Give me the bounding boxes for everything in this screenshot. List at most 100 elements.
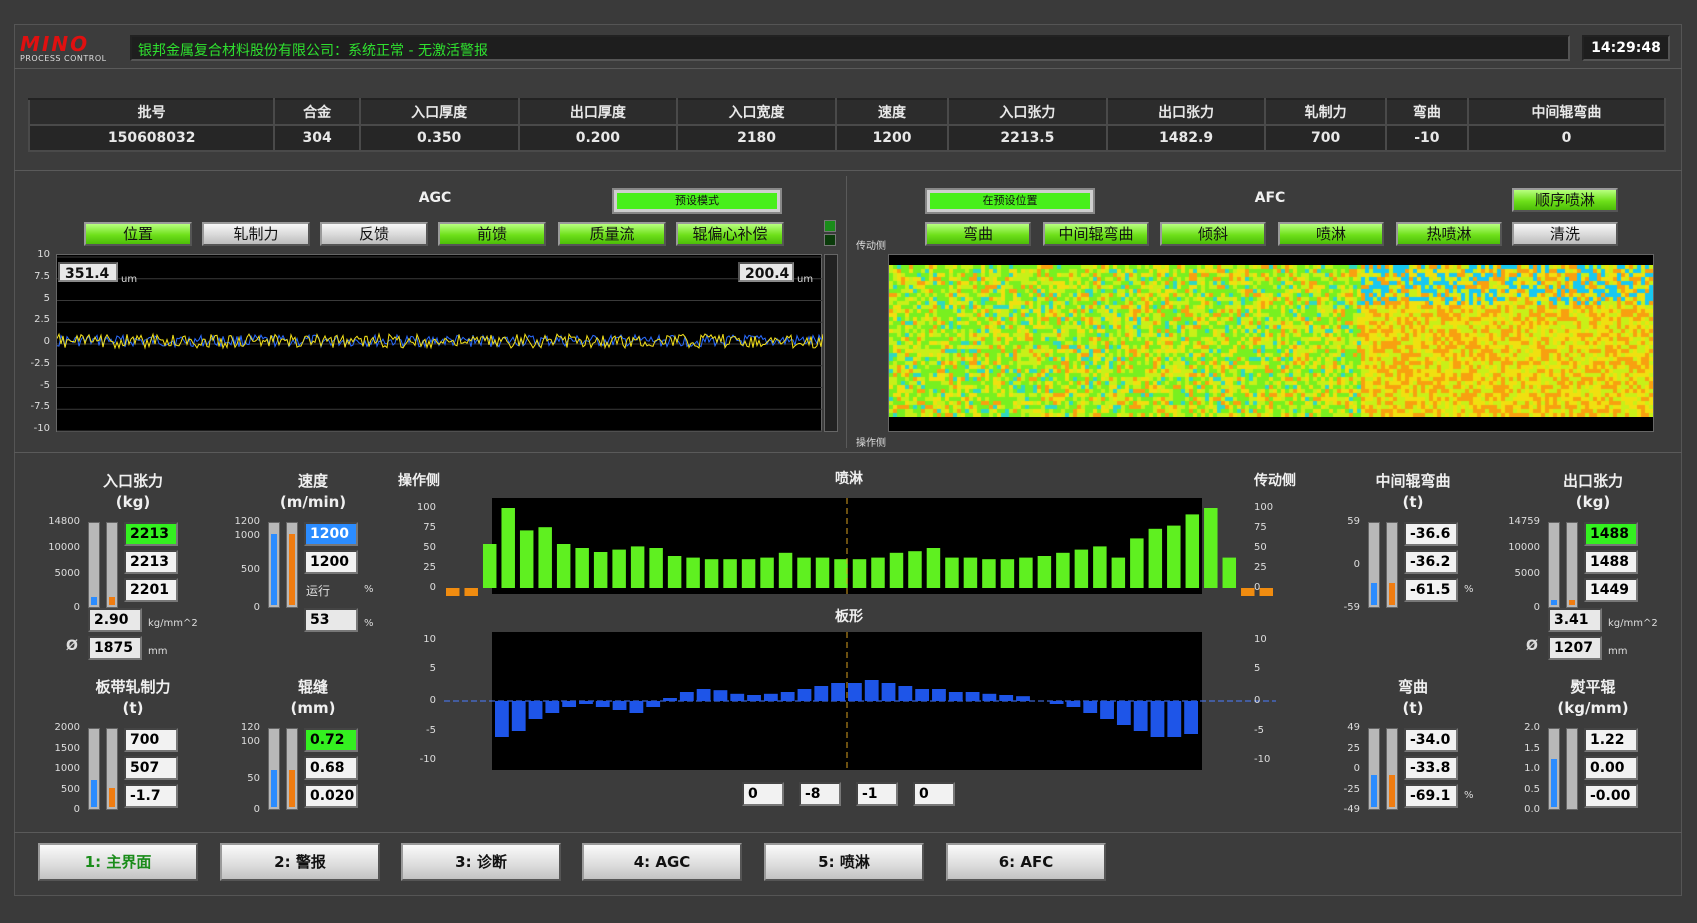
gauge-value-act: 1449	[1584, 578, 1638, 602]
shape-setting-input[interactable]: 0	[742, 782, 784, 806]
afc-preset-position-button[interactable]: 在预设位置	[925, 188, 1095, 214]
gauge-bar-blue	[88, 728, 100, 810]
spray-bar	[630, 546, 645, 588]
gauge-value-act: -0.00	[1584, 784, 1638, 808]
param-value: 150608032	[27, 124, 276, 152]
spray-bar	[519, 530, 534, 588]
spray-bar	[1074, 549, 1089, 588]
afc-button-bend[interactable]: 弯曲	[925, 222, 1031, 246]
spray-bar	[1241, 588, 1255, 596]
gauge-tick: 2.0	[1524, 722, 1540, 733]
gauge-pct-unit: %	[1464, 790, 1474, 801]
gauge-bar-blue	[1368, 522, 1380, 608]
status-bar: 银邦金属复合材料股份有限公司：系统正常 - 无激活警报	[130, 35, 1570, 61]
shape-bar	[763, 693, 778, 701]
agc-button-feedforward[interactable]: 前馈	[438, 222, 546, 246]
agc-indicator-led	[824, 234, 836, 246]
spray-bar	[1167, 525, 1181, 588]
gauge-tick: 25	[1347, 743, 1360, 754]
agc-button-feedback[interactable]: 反馈	[320, 222, 428, 246]
shape-bar	[780, 692, 795, 701]
shape-y-tick-right: -10	[1254, 754, 1271, 765]
gauge-bar-blue	[1548, 728, 1560, 810]
agc-y-tick: 0	[43, 336, 50, 347]
spray-bar	[464, 588, 478, 596]
tab-spray[interactable]: 5: 喷淋	[764, 843, 924, 881]
divider	[14, 68, 1682, 69]
parameter-header-row: 批号 合金 入口厚度 出口厚度 入口宽度 速度 入口张力 出口张力 轧制力 弯曲 中间辊弯曲	[27, 98, 1667, 126]
tab-diagnostics[interactable]: 3: 诊断	[401, 843, 561, 881]
gauge-title: 板带轧制力	[95, 678, 171, 696]
run-label: 运行	[306, 584, 331, 598]
diameter-value: 1207	[1548, 636, 1602, 660]
tab-alarm[interactable]: 2: 警报	[220, 843, 380, 881]
afc-title: AFC	[1254, 190, 1286, 206]
afc-button-clean[interactable]: 清洗	[1512, 222, 1618, 246]
gauge-title: 熨平辊	[1570, 678, 1616, 696]
agc-button-eccentricity[interactable]: 辊偏心补偿	[676, 222, 784, 246]
gauge-value-ref: -33.8	[1404, 756, 1458, 780]
shape-title: 板形	[835, 609, 863, 625]
spray-y-tick-right: 100	[1254, 502, 1274, 513]
spray-bar	[723, 559, 737, 588]
tab-afc[interactable]: 6: AFC	[946, 843, 1106, 881]
param-header: 弯曲	[1384, 98, 1469, 126]
afc-button-tilt[interactable]: 倾斜	[1160, 222, 1266, 246]
diameter-unit: mm	[148, 646, 168, 657]
spray-op-side-label: 操作侧	[398, 473, 440, 489]
gauge-title: 中间辊弯曲	[1375, 472, 1451, 490]
gauge-tick: 120	[240, 722, 260, 733]
gauge-unit: (kg/mm)	[1557, 699, 1629, 717]
agc-scroll[interactable]	[824, 254, 838, 432]
param-value: 2180	[676, 124, 837, 152]
gauge-bar-orange	[1566, 728, 1578, 810]
param-value: 700	[1264, 124, 1387, 152]
shape-bar	[848, 683, 862, 701]
speed-percent: 53	[304, 608, 358, 632]
sequential-spray-button[interactable]: 顺序喷淋	[1512, 188, 1618, 212]
gauge-value-act: 0.020	[304, 784, 358, 808]
shape-bar	[696, 689, 711, 701]
spray-bar	[778, 552, 793, 588]
agc-preset-mode-button[interactable]: 预设模式	[612, 188, 782, 214]
shape-bar	[797, 689, 812, 701]
afc-button-hot-spray[interactable]: 热喷淋	[1396, 222, 1502, 246]
spray-bar	[667, 556, 682, 588]
gauge-tick: 1200	[234, 516, 260, 527]
afc-button-ir-bend[interactable]: 中间辊弯曲	[1043, 222, 1149, 246]
afc-button-spray[interactable]: 喷淋	[1278, 222, 1384, 246]
shape-y-tick-right: 5	[1254, 663, 1261, 674]
tab-main[interactable]: 1: 主界面	[38, 843, 198, 881]
spray-bar	[1222, 557, 1237, 588]
agc-button-position[interactable]: 位置	[84, 222, 192, 246]
spray-bar	[797, 557, 811, 588]
agc-left-unit: um	[121, 274, 138, 285]
shape-setting-input[interactable]: 0	[913, 782, 955, 806]
speed-pct-unit: %	[364, 618, 374, 629]
spray-bar	[446, 588, 460, 596]
agc-button-mass-flow[interactable]: 质量流	[558, 222, 666, 246]
spray-bar	[926, 548, 941, 588]
gauge-tick: 100	[240, 736, 260, 747]
gauge-unit: (kg)	[115, 493, 151, 511]
spray-bar	[1185, 514, 1200, 588]
gauge-tick: 1.0	[1524, 763, 1540, 774]
shape-setting-input[interactable]: -8	[799, 782, 841, 806]
shape-bar	[999, 695, 1014, 701]
gauge-bar-orange	[1386, 728, 1398, 810]
stress-value: 2.90	[88, 608, 142, 632]
shape-chart	[444, 632, 1276, 770]
spray-y-tick-left: 0	[429, 582, 436, 593]
tab-agc[interactable]: 4: AGC	[582, 843, 742, 881]
shape-bar	[881, 683, 896, 701]
gauge-title: 出口张力	[1562, 472, 1623, 490]
gauge-tick: 50	[247, 773, 260, 784]
spray-title: 喷淋	[835, 471, 863, 487]
agc-button-roll-force[interactable]: 轧制力	[202, 222, 310, 246]
param-value: 0.200	[517, 124, 679, 152]
shape-setting-input[interactable]: -1	[856, 782, 898, 806]
param-header: 出口张力	[1105, 98, 1267, 126]
shape-bar	[898, 686, 913, 701]
shape-bar	[495, 701, 509, 737]
stress-value: 3.41	[1548, 608, 1602, 632]
